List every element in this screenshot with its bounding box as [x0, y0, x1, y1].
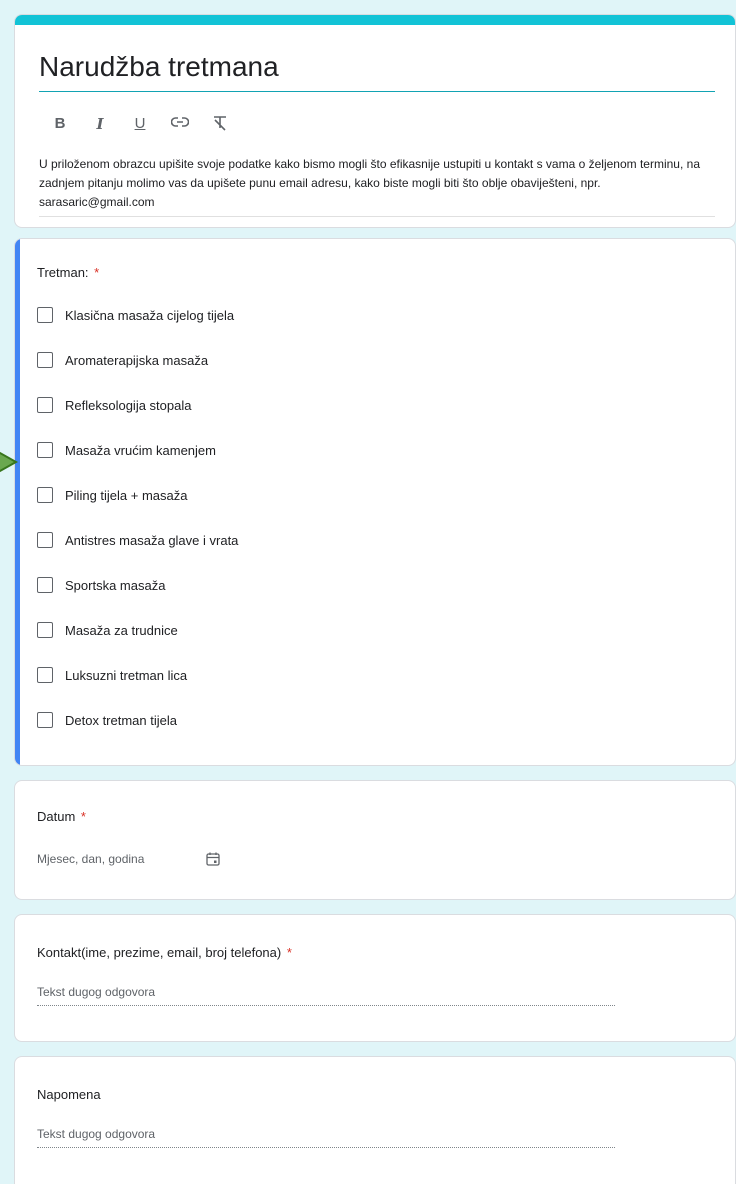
- checkbox[interactable]: [37, 397, 53, 413]
- question-title: Napomena: [37, 1087, 101, 1102]
- clear-format-icon[interactable]: [211, 115, 229, 135]
- checkbox[interactable]: [37, 622, 53, 638]
- italic-button[interactable]: I: [91, 115, 109, 135]
- date-placeholder: Mjesec, dan, godina: [37, 852, 145, 866]
- long-answer-field[interactable]: Tekst dugog odgovora: [37, 1127, 615, 1148]
- option-label: Masaža za trudnice: [65, 622, 178, 638]
- question-card-contact[interactable]: Kontakt(ime, prezime, email, broj telefo…: [14, 914, 736, 1042]
- option-label: Detox tretman tijela: [65, 712, 177, 728]
- option-label: Refleksologija stopala: [65, 397, 192, 413]
- checkbox-option[interactable]: Luksuzni tretman lica: [37, 665, 187, 685]
- checkbox-option[interactable]: Refleksologija stopala: [37, 395, 191, 415]
- option-label: Masaža vrućim kamenjem: [65, 442, 216, 458]
- checkbox[interactable]: [37, 307, 53, 323]
- checkbox-option[interactable]: Aromaterapijska masaža: [37, 350, 208, 370]
- required-asterisk: *: [286, 945, 292, 960]
- option-label: Antistres masaža glave i vrata: [65, 532, 239, 548]
- bold-button[interactable]: B: [51, 115, 69, 135]
- checkbox-option[interactable]: Detox tretman tijela: [37, 710, 177, 730]
- option-label: Aromaterapijska masaža: [65, 352, 209, 368]
- checkbox-option[interactable]: Piling tijela + masaža: [37, 485, 187, 505]
- question-title: Kontakt(ime, prezime, email, broj telefo…: [37, 945, 292, 960]
- question-label: Napomena: [37, 1087, 101, 1102]
- underline-button[interactable]: U: [131, 115, 149, 135]
- form-description-input[interactable]: U priloženom obrazcu upišite svoje podat…: [39, 155, 715, 217]
- question-label: Kontakt(ime, prezime, email, broj telefo…: [37, 945, 282, 960]
- date-input[interactable]: Mjesec, dan, godina: [37, 851, 221, 867]
- question-label: Datum: [37, 809, 76, 824]
- link-icon[interactable]: [170, 115, 190, 135]
- option-label: Klasična masaža cijelog tijela: [65, 307, 235, 323]
- checkbox-option[interactable]: Masaža vrućim kamenjem: [37, 440, 216, 460]
- checkbox-option[interactable]: Sportska masaža: [37, 575, 165, 595]
- checkbox[interactable]: [37, 532, 53, 548]
- header-accent-bar: [15, 15, 735, 25]
- question-title: Datum *: [37, 809, 86, 824]
- required-asterisk: *: [80, 809, 86, 824]
- checkbox[interactable]: [37, 577, 53, 593]
- question-label: Tretman:: [37, 265, 89, 280]
- question-card-date[interactable]: Datum * Mjesec, dan, godina: [14, 780, 736, 900]
- question-card-treatment[interactable]: Tretman: * Klasična masaža cijelog tijel…: [14, 238, 736, 766]
- option-label: Luksuzni tretman lica: [65, 667, 188, 683]
- checkbox-option[interactable]: Masaža za trudnice: [37, 620, 178, 640]
- checkbox-option[interactable]: Antistres masaža glave i vrata: [37, 530, 238, 550]
- calendar-icon[interactable]: [205, 851, 221, 867]
- checkbox[interactable]: [37, 487, 53, 503]
- checkbox[interactable]: [37, 712, 53, 728]
- checkbox[interactable]: [37, 352, 53, 368]
- arrow-pointer-icon: [0, 451, 19, 473]
- checkbox[interactable]: [37, 667, 53, 683]
- long-answer-field[interactable]: Tekst dugog odgovora: [37, 985, 615, 1006]
- question-title: Tretman: *: [37, 265, 99, 280]
- format-toolbar: B I U: [51, 115, 229, 135]
- question-card-note[interactable]: Napomena Tekst dugog odgovora: [14, 1056, 736, 1184]
- checkbox-option[interactable]: Klasična masaža cijelog tijela: [37, 305, 234, 325]
- checkbox[interactable]: [37, 442, 53, 458]
- form-header-card: Narudžba tretmana B I U U priloženom obr…: [14, 14, 736, 228]
- option-label: Sportska masaža: [65, 577, 166, 593]
- option-label: Piling tijela + masaža: [65, 487, 188, 503]
- form-title-input[interactable]: Narudžba tretmana: [39, 51, 715, 92]
- required-asterisk: *: [94, 265, 100, 280]
